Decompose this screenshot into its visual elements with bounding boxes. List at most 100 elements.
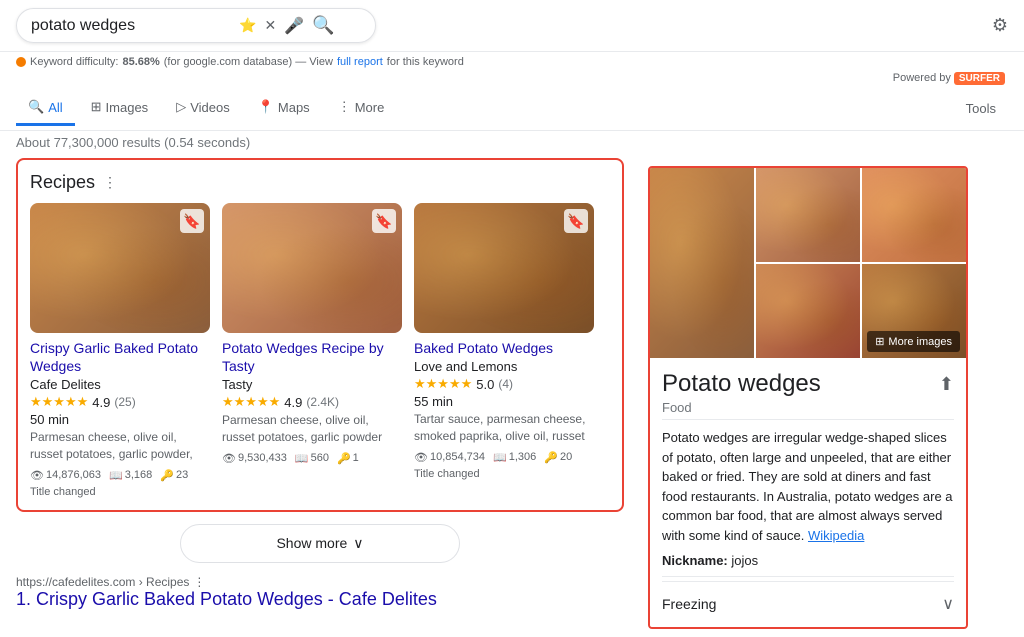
nickname-label: Nickname: — [662, 553, 728, 568]
key-stat-3: 🔑 20 — [544, 451, 572, 464]
recipe-item-2: 🔖 Potato Wedges Recipe by Tasty Tasty ★★… — [222, 203, 402, 498]
search-tab-icon: 🔍 — [28, 99, 44, 115]
search-icon[interactable]: 🔍 — [312, 15, 334, 36]
recipe-source-3: Love and Lemons — [414, 359, 594, 374]
more-images-button[interactable]: ⊞ More images — [867, 331, 960, 352]
recipe-name-2[interactable]: Potato Wedges Recipe by Tasty — [222, 339, 402, 375]
main-layout: Recipes ⋮ 🔖 Crispy Garlic Baked Potato W… — [0, 158, 1024, 637]
words-stat-3: 📖 1,306 — [493, 451, 536, 464]
recipes-title: Recipes — [30, 172, 95, 193]
close-icon[interactable]: ✕ — [264, 17, 276, 34]
recipe-rating-3: ★★★★★ 5.0 (4) — [414, 376, 594, 392]
rating-value-1: 4.9 — [92, 395, 110, 410]
recipe-name-3[interactable]: Baked Potato Wedges — [414, 339, 594, 357]
recipe-item-1: 🔖 Crispy Garlic Baked Potato Wedges Cafe… — [30, 203, 210, 498]
recipe-time-1: 50 min — [30, 412, 210, 427]
recipe-stats-3: 👁 10,854,734 📖 1,306 🔑 20 — [414, 451, 594, 464]
result-menu-icon[interactable]: ⋮ — [193, 575, 205, 589]
key-value-3: 20 — [560, 451, 572, 463]
recipe-stats-2: 👁 9,530,433 📖 560 🔑 1 — [222, 452, 402, 465]
gear-icon: ⚙ — [992, 15, 1008, 35]
recipe-item-3: 🔖 Baked Potato Wedges Love and Lemons ★★… — [414, 203, 594, 498]
recipe-stats-1: 👁 14,876,063 📖 3,168 🔑 23 — [30, 469, 210, 482]
powered-by-bar: Powered by SURFER — [0, 72, 1024, 87]
knowledge-image-4 — [756, 264, 860, 358]
powered-by-label: Powered by — [893, 72, 951, 85]
key-icon-3: 🔑 — [544, 451, 558, 464]
recipe-image-3: 🔖 — [414, 203, 594, 333]
star-icon[interactable]: ⭐ — [239, 17, 256, 34]
tools-button[interactable]: Tools — [954, 93, 1008, 124]
chevron-down-icon: ∨ — [353, 535, 363, 552]
title-changed-1: Title changed — [30, 486, 210, 498]
book-icon-1: 📖 — [109, 469, 123, 482]
rating-value-3: 5.0 — [476, 377, 494, 392]
views-value-1: 14,876,063 — [46, 469, 101, 481]
tab-all-label: All — [48, 100, 62, 115]
recipe-ingredients-1: Parmesan cheese, olive oil, russet potat… — [30, 429, 210, 463]
kw-diff-value: 85.68% — [122, 56, 159, 68]
words-stat-1: 📖 3,168 — [109, 469, 152, 482]
key-value-1: 23 — [176, 469, 188, 481]
search-input[interactable] — [31, 17, 231, 35]
show-more-button[interactable]: Show more ∨ — [180, 524, 460, 563]
key-stat-2: 🔑 1 — [337, 452, 359, 465]
more-tab-icon: ⋮ — [338, 99, 351, 115]
accordion-freezing[interactable]: Freezing ∨ — [662, 581, 954, 626]
tab-images-label: Images — [106, 100, 149, 115]
tab-videos[interactable]: ▷ Videos — [164, 91, 242, 126]
result-title-1[interactable]: 1. Crispy Garlic Baked Potato Wedges - C… — [16, 589, 437, 609]
recipes-menu-icon[interactable]: ⋮ — [103, 174, 117, 191]
knowledge-images: ⊞ More images — [650, 168, 966, 358]
knowledge-nickname: Nickname: jojos — [662, 553, 954, 568]
bookmark-button-2[interactable]: 🔖 — [372, 209, 396, 233]
knowledge-title: Potato wedges — [662, 370, 821, 398]
recipes-header: Recipes ⋮ — [30, 172, 610, 193]
knowledge-subtitle: Food — [662, 400, 821, 415]
book-icon-3: 📖 — [493, 451, 507, 464]
views-value-2: 9,530,433 — [238, 452, 287, 464]
recipe-rating-2: ★★★★★ 4.9 (2.4K) — [222, 394, 402, 410]
full-report-link[interactable]: full report — [337, 56, 383, 68]
rating-count-1: (25) — [114, 395, 135, 409]
recipe-image-1: 🔖 — [30, 203, 210, 333]
stars-3: ★★★★★ — [414, 376, 472, 392]
views-stat-2: 👁 9,530,433 — [222, 452, 287, 465]
kw-diff-label: Keyword difficulty: — [30, 56, 118, 68]
tab-maps-label: Maps — [278, 100, 310, 115]
share-icon[interactable]: ⬆ — [939, 374, 954, 395]
right-panel: ⊞ More images Potato wedges Food ⬆ Potat… — [648, 166, 968, 629]
difficulty-indicator — [16, 57, 26, 67]
knowledge-panel-content: Potato wedges Food ⬆ Potato wedges are i… — [650, 358, 966, 629]
tab-images[interactable]: ⊞ Images — [79, 91, 161, 126]
knowledge-description: Potato wedges are irregular wedge-shaped… — [662, 428, 954, 545]
videos-tab-icon: ▷ — [176, 99, 186, 115]
url-text-1: https://cafedelites.com › Recipes — [16, 575, 189, 589]
title-changed-3: Title changed — [414, 468, 594, 480]
tab-maps[interactable]: 📍 Maps — [246, 91, 322, 126]
header: ⭐ ✕ 🎤 🔍 ⚙ — [0, 0, 1024, 52]
settings-button[interactable]: ⚙ — [992, 15, 1008, 36]
recipe-name-1[interactable]: Crispy Garlic Baked Potato Wedges — [30, 339, 210, 375]
eye-icon-1: 👁 — [30, 469, 44, 482]
book-icon-2: 📖 — [295, 452, 309, 465]
views-stat-1: 👁 14,876,063 — [30, 469, 101, 482]
tab-more[interactable]: ⋮ More — [326, 91, 397, 126]
recipe-ingredients-2: Parmesan cheese, olive oil, russet potat… — [222, 412, 402, 446]
wikipedia-link[interactable]: Wikipedia — [808, 528, 864, 543]
left-column: Recipes ⋮ 🔖 Crispy Garlic Baked Potato W… — [0, 158, 640, 637]
words-value-2: 560 — [311, 452, 329, 464]
eye-icon-2: 👁 — [222, 452, 236, 465]
key-stat-1: 🔑 23 — [160, 469, 188, 482]
tab-all[interactable]: 🔍 All — [16, 91, 75, 126]
recipe-grid: 🔖 Crispy Garlic Baked Potato Wedges Cafe… — [30, 203, 610, 498]
bookmark-button-1[interactable]: 🔖 — [180, 209, 204, 233]
key-icon-1: 🔑 — [160, 469, 174, 482]
result-url-1: https://cafedelites.com › Recipes ⋮ — [16, 575, 624, 589]
mic-icon[interactable]: 🎤 — [284, 16, 304, 36]
bookmark-button-3[interactable]: 🔖 — [564, 209, 588, 233]
recipe-rating-1: ★★★★★ 4.9 (25) — [30, 394, 210, 410]
surfer-badge: SURFER — [954, 72, 1005, 85]
stars-2: ★★★★★ — [222, 394, 280, 410]
views-value-3: 10,854,734 — [430, 451, 485, 463]
